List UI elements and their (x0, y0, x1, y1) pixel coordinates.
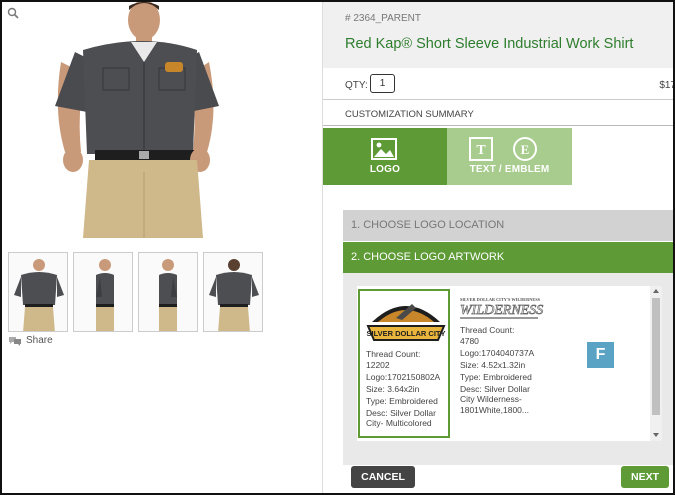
thumbnail-back[interactable] (203, 252, 263, 332)
step-choose-logo-artwork[interactable]: 2. CHOOSE LOGO ARTWORK (343, 242, 673, 273)
logo-artwork-panel: SILVER DOLLAR CITY Thread Count: 12202 L… (343, 273, 673, 465)
logo-type: Type: Embroidered (460, 371, 532, 382)
price: $17 (659, 80, 675, 91)
divider (323, 125, 673, 126)
image-icon (371, 138, 397, 160)
customizer-pane: # 2364_PARENT Red Kap® Short Sleeve Indu… (322, 2, 675, 493)
customization-summary-label: CUSTOMIZATION SUMMARY (345, 109, 474, 120)
thumbnail-front[interactable] (8, 252, 68, 332)
thread-count-value: 12202 (366, 359, 390, 370)
tab-text-emblem-label: TEXT / EMBLEM (469, 164, 550, 175)
tab-logo[interactable]: LOGO (323, 128, 447, 185)
logo-meta: Thread Count: 12202 Logo:1702150802A Siz… (366, 349, 446, 430)
cancel-button[interactable]: CANCEL (351, 466, 415, 488)
tab-logo-label: LOGO (369, 164, 401, 175)
thumbnail-side-left[interactable] (73, 252, 133, 332)
thread-count-label: Thread Count: (460, 325, 515, 335)
emblem-icon: E (513, 137, 537, 161)
zoom-icon[interactable] (7, 7, 19, 19)
step-choose-logo-location[interactable]: 1. CHOOSE LOGO LOCATION (343, 210, 673, 241)
thread-count-value: 4780 (460, 335, 479, 346)
scrollbar-thumb[interactable] (652, 298, 660, 415)
scroll-up-icon[interactable] (652, 288, 660, 294)
share-link[interactable]: Share (8, 335, 53, 346)
page-frame: Share # 2364_PARENT Red Kap® Short Sleev… (0, 0, 675, 495)
product-title: Red Kap® Short Sleeve Industrial Work Sh… (345, 36, 634, 52)
logo-desc: Desc: Silver Dollar City- Multicolored (366, 407, 436, 429)
qty-input[interactable]: 1 (370, 74, 395, 93)
product-main-image[interactable] (47, 2, 227, 238)
tab-text-emblem[interactable]: T E TEXT / EMBLEM (447, 128, 572, 185)
logo-size: Size: 3.64x2in (366, 383, 420, 394)
logo-meta: Thread Count: 4780 Logo:1704040737A Size… (460, 325, 546, 417)
logo-card[interactable]: SILVER DOLLAR CITY'S WILDERNESS WILDERNE… (458, 289, 548, 438)
logo-thumbnail: SILVER DOLLAR CITY (366, 304, 446, 341)
svg-text:WILDERNESS: WILDERNESS (460, 303, 543, 318)
logo-id: Logo:1702150802A (366, 371, 441, 382)
f-badge-icon[interactable]: F (587, 342, 614, 368)
next-button[interactable]: NEXT (621, 466, 669, 488)
logo-type: Type: Embroidered (366, 395, 438, 406)
product-header: # 2364_PARENT Red Kap® Short Sleeve Indu… (323, 2, 673, 68)
logo-list-scrollbar[interactable] (650, 286, 662, 441)
product-sku: # 2364_PARENT (345, 13, 421, 24)
logo-artwork-text: SILVER DOLLAR CITY (366, 329, 445, 338)
thumbnail-side-right[interactable] (138, 252, 198, 332)
thumbnail-strip (8, 252, 263, 332)
scroll-down-icon[interactable] (652, 432, 660, 438)
quantity-row: QTY: 1 $17 (323, 68, 675, 100)
thread-count-label: Thread Count: (366, 349, 421, 359)
logo-card-selected[interactable]: SILVER DOLLAR CITY Thread Count: 12202 L… (358, 289, 450, 438)
logo-id: Logo:1704040737A (460, 347, 535, 358)
logo-size: Size: 4.52x1.32in (460, 359, 526, 370)
logo-artwork-text: SILVER DOLLAR CITY'S WILDERNESS (460, 297, 540, 302)
svg-text:E: E (521, 142, 530, 157)
logo-list: SILVER DOLLAR CITY Thread Count: 12202 L… (357, 286, 662, 441)
svg-text:T: T (476, 143, 486, 158)
text-icon: T (469, 137, 493, 161)
logo-thumbnail: SILVER DOLLAR CITY'S WILDERNESS WILDERNE… (460, 297, 544, 319)
logo-desc: Desc: Silver Dollar City Wilderness-1801… (460, 383, 530, 415)
qty-label: QTY: (345, 80, 368, 91)
share-icon (9, 336, 21, 346)
product-gallery: Share (2, 2, 322, 493)
share-label: Share (26, 335, 53, 346)
